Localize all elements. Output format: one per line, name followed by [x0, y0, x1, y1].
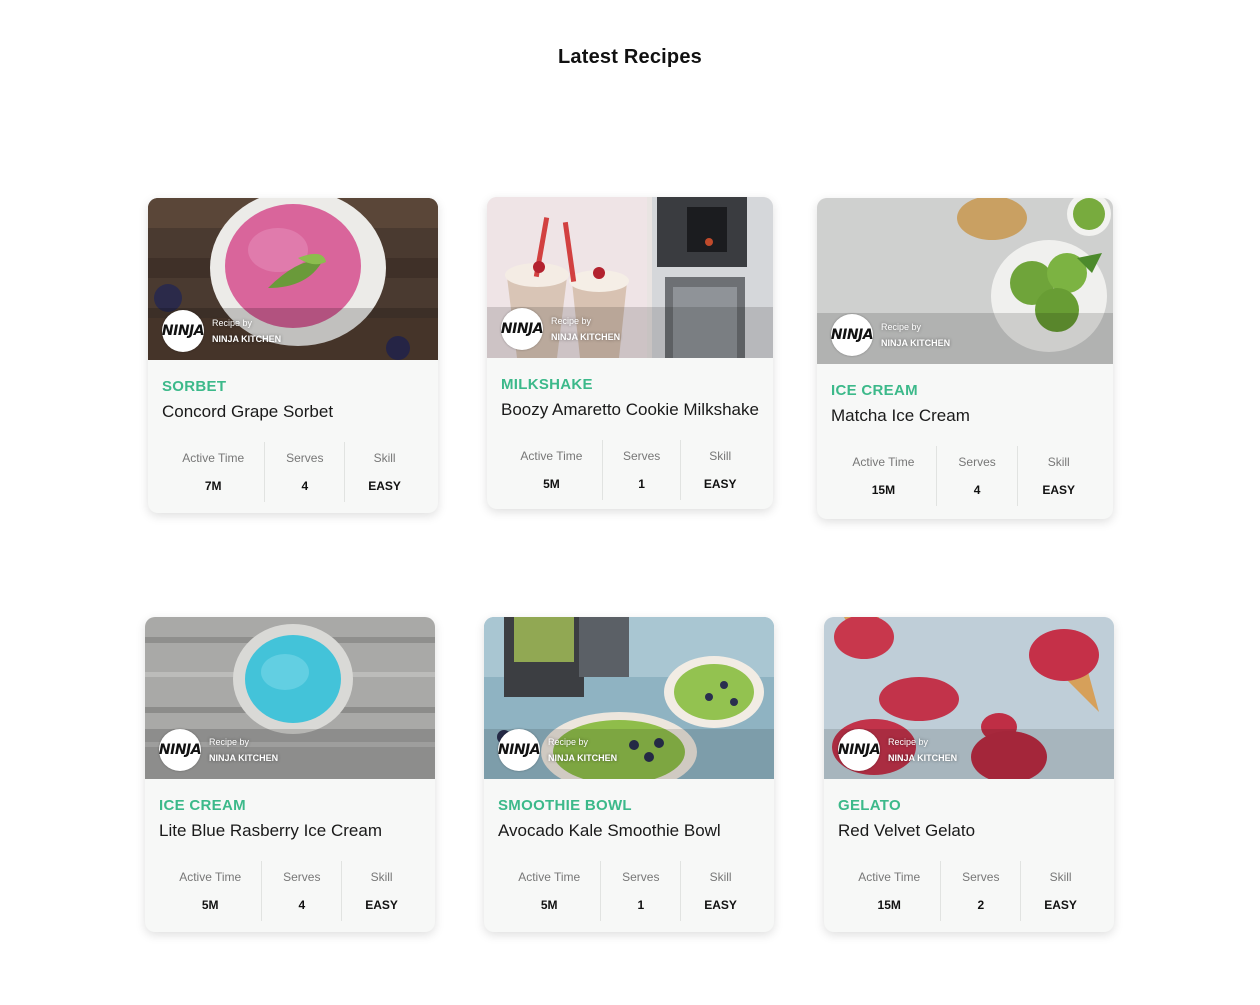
recipe-stats: Active Time 15M Serves 4 Skill EASY	[831, 446, 1099, 506]
recipe-by-badge: NINJA Recipe by NINJA KITCHEN	[162, 310, 281, 352]
recipe-category: MILKSHAKE	[501, 376, 593, 393]
active-time-value: 5M	[540, 898, 558, 912]
active-time-value: 5M	[543, 477, 560, 491]
skill-label: Skill	[1047, 455, 1070, 469]
active-time-label: Active Time	[520, 449, 583, 463]
recipe-title[interactable]: Red Velvet Gelato	[838, 821, 1100, 841]
recipe-author: NINJA KITCHEN	[209, 753, 279, 763]
recipe-by-badge: NINJA Recipe by NINJA KITCHEN	[498, 729, 617, 771]
skill-label: Skill	[709, 870, 732, 884]
recipe-title[interactable]: Boozy Amaretto Cookie Milkshake	[501, 400, 759, 420]
skill-value: EASY	[365, 898, 398, 912]
serves-label: Serves	[958, 455, 996, 469]
recipe-title[interactable]: Matcha Ice Cream	[831, 406, 1099, 426]
recipe-image-red-velvet[interactable]: NINJA Recipe by NINJA KITCHEN	[824, 617, 1114, 779]
recipe-author: NINJA KITCHEN	[212, 334, 282, 344]
serves-value: 4	[298, 898, 306, 912]
recipe-card-4[interactable]: NINJA Recipe by NINJA KITCHEN ICE CREAM …	[145, 617, 435, 932]
active-time-label: Active Time	[518, 870, 581, 884]
recipe-stats: Active Time 5M Serves 4 Skill EASY	[159, 861, 421, 921]
serves-label: Serves	[622, 449, 661, 463]
recipe-category: GELATO	[838, 797, 901, 814]
serves-label: Serves	[622, 870, 660, 884]
active-time-label: Active Time	[179, 870, 242, 884]
recipe-by-label: Recipe by	[881, 322, 922, 332]
recipe-card-6[interactable]: NINJA Recipe by NINJA KITCHEN GELATO Red…	[824, 617, 1114, 932]
skill-value: EASY	[704, 898, 737, 912]
recipe-category: ICE CREAM	[159, 797, 246, 814]
recipe-stats: Active Time 15M Serves 2 Skill EASY	[838, 861, 1100, 921]
recipe-author: NINJA KITCHEN	[881, 338, 951, 348]
serves-value: 1	[638, 477, 645, 491]
recipe-image-milkshake[interactable]: NINJA Recipe by NINJA KITCHEN	[487, 197, 773, 358]
recipe-by-label: Recipe by	[551, 316, 592, 326]
recipe-image-smoothie-bowl[interactable]: NINJA Recipe by NINJA KITCHEN	[484, 617, 774, 779]
recipe-card-3[interactable]: NINJA Recipe by NINJA KITCHEN ICE CREAM …	[817, 198, 1113, 519]
recipe-author: NINJA KITCHEN	[888, 753, 958, 763]
recipe-by-label: Recipe by	[888, 737, 929, 747]
recipe-by-badge: NINJA Recipe by NINJA KITCHEN	[501, 308, 620, 350]
active-time-value: 7M	[204, 479, 222, 493]
ninja-logo: NINJA	[498, 729, 541, 771]
skill-value: EASY	[703, 477, 737, 491]
recipe-card-5[interactable]: NINJA Recipe by NINJA KITCHEN SMOOTHIE B…	[484, 617, 774, 932]
active-time-label: Active Time	[182, 451, 245, 465]
recipe-by-badge: NINJA Recipe by NINJA KITCHEN	[838, 729, 957, 771]
recipe-title[interactable]: Avocado Kale Smoothie Bowl	[498, 821, 760, 841]
ninja-logo: NINJA	[162, 310, 205, 352]
active-time-label: Active Time	[852, 455, 915, 469]
active-time-value: 15M	[871, 483, 896, 497]
recipe-by-badge: NINJA Recipe by NINJA KITCHEN	[159, 729, 278, 771]
active-time-value: 5M	[201, 898, 219, 912]
recipe-by-label: Recipe by	[212, 318, 253, 328]
recipe-author: NINJA KITCHEN	[548, 753, 618, 763]
ninja-logo: NINJA	[159, 729, 202, 771]
serves-label: Serves	[283, 870, 321, 884]
skill-label: Skill	[1049, 870, 1072, 884]
active-time-label: Active Time	[858, 870, 921, 884]
ninja-logo: NINJA	[831, 314, 874, 356]
recipe-category: SORBET	[162, 378, 227, 395]
recipe-by-badge: NINJA Recipe by NINJA KITCHEN	[831, 314, 950, 356]
recipe-card-1[interactable]: NINJA Recipe by NINJA KITCHEN SORBET Con…	[148, 198, 438, 513]
skill-value: EASY	[368, 479, 401, 493]
serves-value: 2	[977, 898, 985, 912]
recipe-category: ICE CREAM	[831, 382, 918, 399]
serves-label: Serves	[286, 451, 324, 465]
active-time-value: 15M	[877, 898, 901, 912]
recipe-stats: Active Time 5M Serves 1 Skill EASY	[498, 861, 760, 921]
recipe-title[interactable]: Lite Blue Rasberry Ice Cream	[159, 821, 421, 841]
recipe-author: NINJA KITCHEN	[551, 332, 621, 342]
skill-label: Skill	[370, 870, 393, 884]
serves-value: 1	[637, 898, 645, 912]
skill-label: Skill	[373, 451, 396, 465]
recipe-card-2[interactable]: NINJA Recipe by NINJA KITCHEN MILKSHAKE …	[487, 197, 773, 509]
recipe-image-matcha[interactable]: NINJA Recipe by NINJA KITCHEN	[817, 198, 1113, 364]
recipe-image-blue-rasberry[interactable]: NINJA Recipe by NINJA KITCHEN	[145, 617, 435, 779]
recipe-image-sorbet[interactable]: NINJA Recipe by NINJA KITCHEN	[148, 198, 438, 360]
skill-label: Skill	[709, 449, 732, 463]
recipe-title[interactable]: Concord Grape Sorbet	[162, 402, 424, 422]
recipe-by-label: Recipe by	[548, 737, 589, 747]
serves-value: 4	[973, 483, 981, 497]
page-title: Latest Recipes	[558, 46, 702, 68]
ninja-logo: NINJA	[501, 308, 544, 350]
serves-value: 4	[301, 479, 309, 493]
serves-label: Serves	[962, 870, 1000, 884]
recipes-page: Latest Recipes NINJA Recipe by NINJA KIT…	[0, 0, 1260, 1005]
recipe-category: SMOOTHIE BOWL	[498, 797, 632, 814]
skill-value: EASY	[1044, 898, 1077, 912]
skill-value: EASY	[1042, 483, 1076, 497]
ninja-logo: NINJA	[838, 729, 881, 771]
recipe-by-label: Recipe by	[209, 737, 250, 747]
recipe-stats: Active Time 7M Serves 4 Skill EASY	[162, 442, 424, 502]
recipe-stats: Active Time 5M Serves 1 Skill EASY	[501, 440, 759, 500]
